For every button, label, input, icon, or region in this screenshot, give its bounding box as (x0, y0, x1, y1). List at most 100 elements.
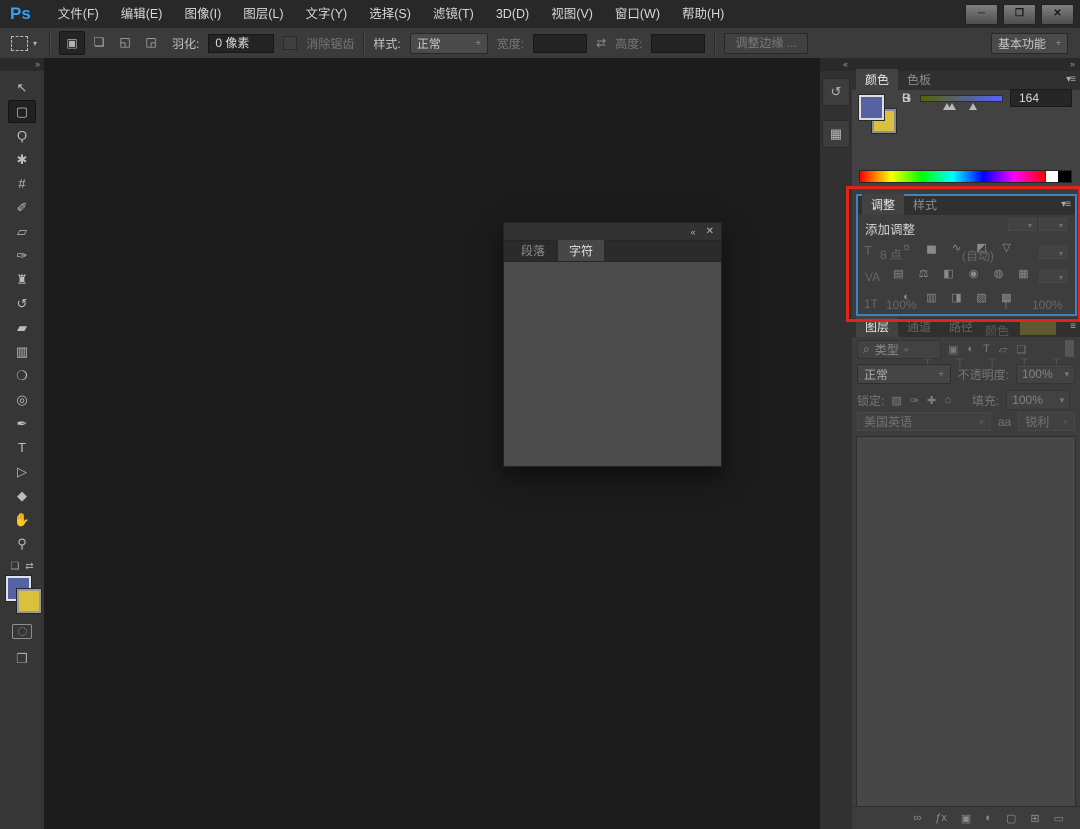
maximize-button[interactable]: ❐ (1003, 4, 1036, 25)
menu-item[interactable]: 图层(L) (232, 1, 294, 28)
spectrum-ramp[interactable] (860, 171, 1045, 182)
workspace-select[interactable]: 基本功能 ÷ (991, 33, 1068, 54)
filter-pixel-layers-icon[interactable]: ▣ (948, 343, 958, 356)
menu-item[interactable]: 选择(S) (358, 1, 422, 28)
eraser-tool[interactable]: ▰ (8, 316, 36, 339)
link-layers-icon[interactable]: ∞ (913, 812, 921, 825)
tab-character[interactable]: 字符 (558, 240, 604, 261)
quick-mask-button[interactable] (12, 624, 32, 639)
new-adjustment-layer-icon[interactable]: ◐ (985, 812, 992, 825)
menu-item[interactable]: 编辑(E) (110, 1, 174, 28)
hand-tool[interactable]: ✋ (8, 508, 36, 531)
style-select[interactable]: 正常 ÷ (410, 33, 488, 54)
rectangular-marquee-tool[interactable]: ▢ (8, 100, 36, 123)
filter-smart-objects-icon[interactable]: ❏ (1016, 343, 1026, 356)
tab-paragraph[interactable]: 段落 (510, 240, 556, 261)
selection-new-icon[interactable]: ▣ (59, 31, 85, 55)
opacity-input[interactable]: 100% ▾ (1016, 364, 1075, 384)
selection-subtract-icon[interactable]: ◱ (113, 31, 137, 53)
default-colors-icon[interactable]: ❏ (10, 561, 19, 572)
selection-add-icon[interactable]: ❏ (87, 31, 111, 53)
zoom-tool[interactable]: ⚲ (8, 532, 36, 555)
tab-swatches[interactable]: 色板 (898, 69, 940, 90)
black-swatch[interactable] (1058, 171, 1071, 182)
crop-tool[interactable]: # (8, 172, 36, 195)
menu-item[interactable]: 窗口(W) (604, 1, 671, 28)
width-input[interactable] (533, 34, 587, 53)
threshold-icon[interactable]: ◨ (946, 289, 967, 305)
new-layer-icon[interactable]: ⊞ (1030, 812, 1039, 825)
channel-slider[interactable] (920, 95, 1003, 102)
scrollbar-thumb[interactable] (1065, 340, 1074, 357)
shape-tool[interactable]: ◆ (8, 484, 36, 507)
vibrance-icon[interactable]: ▽ (996, 239, 1017, 255)
add-layer-mask-icon[interactable]: ▣ (961, 812, 971, 825)
tab-styles[interactable]: 样式 (904, 194, 946, 215)
swap-dimensions-icon[interactable]: ⇄ (596, 36, 606, 50)
dockstrip-collapse-icon[interactable]: « (820, 58, 852, 71)
fill-input[interactable]: 100% ▾ (1006, 390, 1070, 410)
color-lookup-icon[interactable]: ▦ (1013, 265, 1034, 281)
panel-menu-icon[interactable]: ≡ (1070, 321, 1075, 332)
layers-list[interactable] (856, 436, 1076, 807)
menu-item[interactable]: 文件(F) (47, 1, 110, 28)
swap-colors-icon[interactable]: ⇄ (25, 561, 33, 572)
levels-icon[interactable]: ▅ (921, 239, 942, 255)
history-brush-tool[interactable]: ↺ (8, 292, 36, 315)
collapse-panel-icon[interactable]: « (691, 227, 696, 237)
close-panel-icon[interactable]: ✕ (706, 226, 714, 237)
eyedropper-tool[interactable]: ✐ (8, 196, 36, 219)
close-button[interactable]: ✕ (1041, 4, 1074, 25)
tab-adjustments[interactable]: 调整 (862, 194, 904, 215)
color-spectrum[interactable] (859, 170, 1072, 183)
hue-saturation-icon[interactable]: ▤ (888, 265, 909, 281)
channel-value-input[interactable]: 164 (1010, 89, 1072, 107)
brush-tool[interactable]: ✑ (8, 244, 36, 267)
gradient-tool[interactable]: ▥ (8, 340, 36, 363)
lock-transparency-icon[interactable]: ▨ (891, 394, 901, 407)
lock-pixels-icon[interactable]: ✑ (910, 394, 919, 407)
foreground-color-swatch[interactable] (859, 95, 884, 120)
antialias-checkbox[interactable] (283, 36, 297, 50)
gradient-map-icon[interactable]: ▧ (971, 289, 992, 305)
menu-item[interactable]: 3D(D) (485, 1, 540, 28)
menu-item[interactable]: 视图(V) (540, 1, 604, 28)
move-tool[interactable]: ↖ (8, 76, 36, 99)
blend-mode-select[interactable]: 正常 ÷ (857, 364, 951, 384)
tab-color[interactable]: 颜色 (856, 69, 898, 90)
lock-position-icon[interactable]: ✚ (927, 394, 936, 407)
white-swatch[interactable] (1045, 171, 1058, 182)
history-panel-icon[interactable]: ↺ (822, 78, 850, 106)
menu-item[interactable]: 帮助(H) (671, 1, 735, 28)
menu-item[interactable]: 图像(I) (173, 1, 232, 28)
color-balance-icon[interactable]: ⚖ (913, 265, 934, 281)
toolbar-collapse-icon[interactable]: » (0, 58, 44, 71)
feather-input[interactable]: 0 像素 (208, 34, 274, 53)
black-white-icon[interactable]: ◧ (938, 265, 959, 281)
clone-stamp-tool[interactable]: ♜ (8, 268, 36, 291)
minimize-button[interactable]: ─ (965, 4, 998, 25)
refine-edge-button[interactable]: 调整边缘 ... (724, 33, 807, 54)
slider-thumb-icon[interactable] (969, 103, 977, 110)
posterize-icon[interactable]: ▥ (921, 289, 942, 305)
channel-mixer-icon[interactable]: ◍ (988, 265, 1009, 281)
filter-type-layers-icon[interactable]: T (983, 343, 990, 356)
layer-effects-icon[interactable]: ƒx (935, 812, 947, 825)
panel-menu-icon[interactable]: ▾≡ (1066, 74, 1075, 85)
photo-filter-icon[interactable]: ◉ (963, 265, 984, 281)
selection-intersect-icon[interactable]: ◲ (139, 31, 163, 53)
properties-panel-icon[interactable]: ▦ (822, 120, 850, 148)
type-tool[interactable]: T (8, 436, 36, 459)
tab-paths[interactable]: 路径 (940, 316, 982, 337)
screen-mode-button[interactable]: ❐ (16, 651, 28, 667)
new-group-icon[interactable]: ▢ (1006, 812, 1016, 825)
delete-layer-icon[interactable]: ▭ (1054, 812, 1064, 825)
blur-tool[interactable]: ❍ (8, 364, 36, 387)
menu-item[interactable]: 滤镜(T) (422, 1, 485, 28)
path-selection-tool[interactable]: ▷ (8, 460, 36, 483)
filter-adjustment-layers-icon[interactable]: ◐ (967, 343, 974, 356)
pen-tool[interactable]: ✒ (8, 412, 36, 435)
filter-shape-layers-icon[interactable]: ▱ (999, 343, 1007, 356)
background-color-swatch[interactable] (17, 589, 41, 613)
lasso-tool[interactable]: Ϙ (8, 124, 36, 147)
